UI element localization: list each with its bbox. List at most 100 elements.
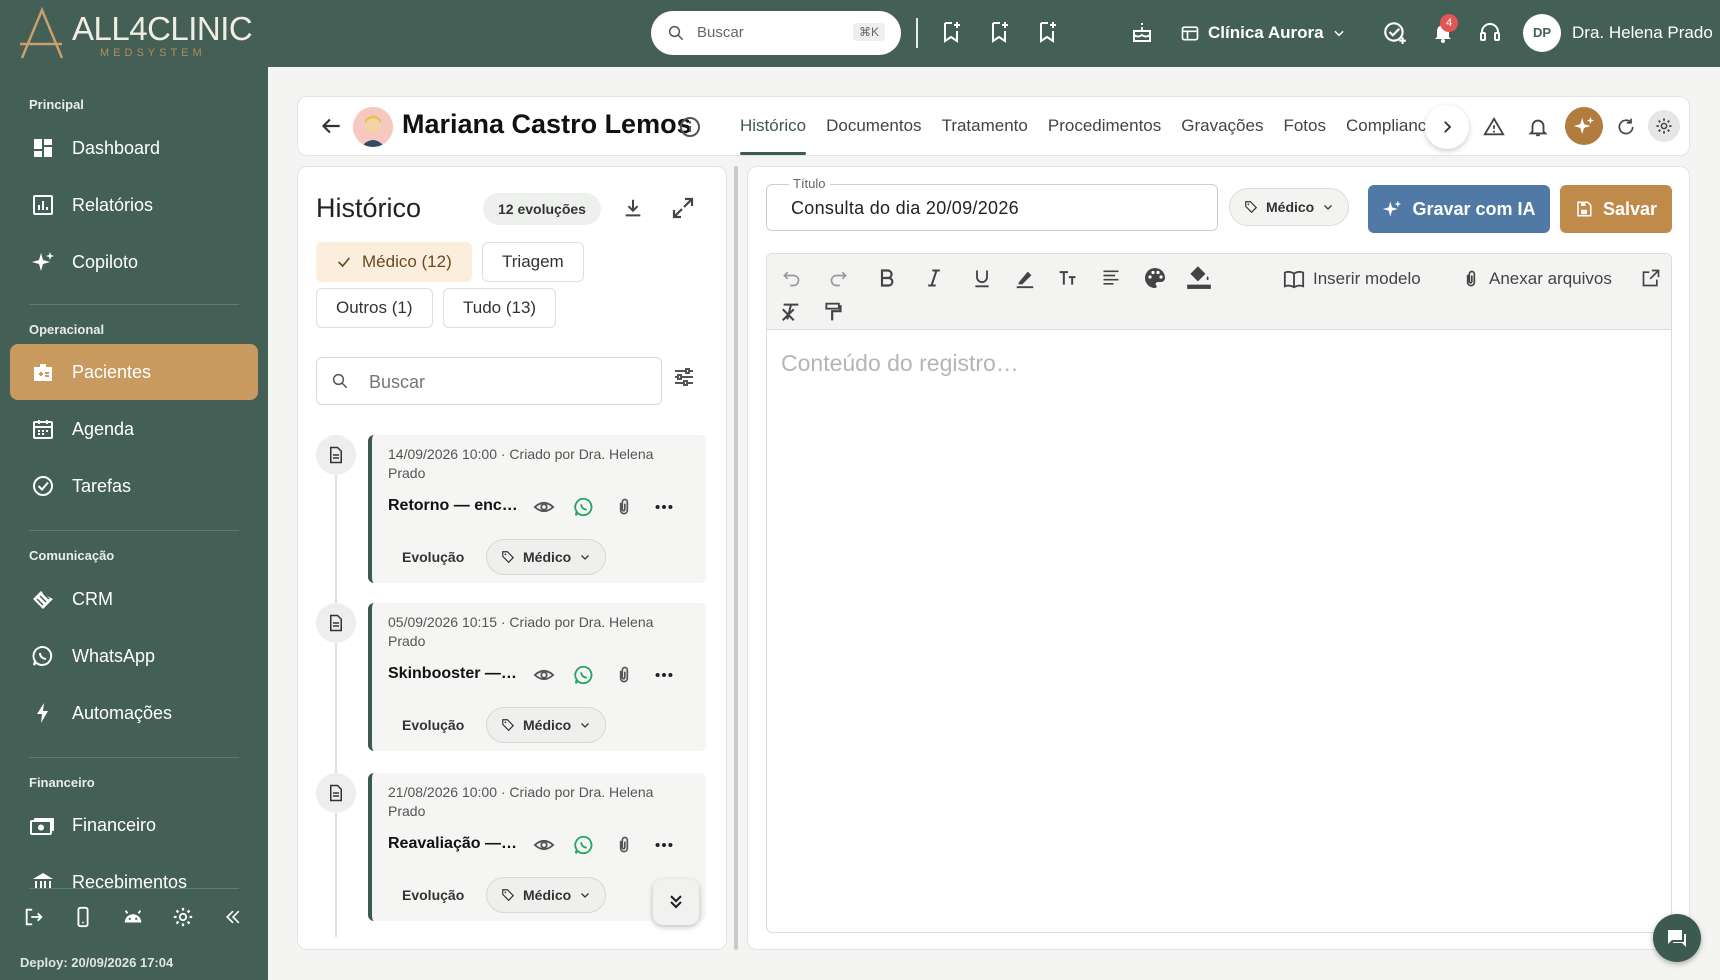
refresh-icon[interactable] [1611,112,1641,142]
patient-settings-button[interactable] [1648,110,1680,142]
eye-icon[interactable] [532,833,556,857]
paperclip-icon[interactable] [612,663,636,687]
task-add-icon[interactable] [1381,18,1409,46]
save-label: Salvar [1602,198,1658,219]
fill-color-bucket-icon[interactable] [1185,262,1213,290]
alert-bell-icon[interactable] [1523,112,1553,142]
open-external-icon[interactable] [1637,264,1665,292]
sidebar-item-relatorios[interactable]: Relatórios [10,177,258,233]
filter-chip-outros[interactable]: Outros (1) [316,288,433,328]
history-entry-card[interactable]: 05/09/2026 10:15 · Criado por Dra. Helen… [368,603,706,751]
sidebar-item-agenda[interactable]: Agenda [10,401,258,457]
bookmark-add-icon-3[interactable] [1033,18,1061,46]
sidebar-item-financeiro[interactable]: Financeiro [10,797,258,853]
undo-icon[interactable] [777,264,805,292]
tab-procedimentos[interactable]: Procedimentos [1038,97,1171,157]
entry-category-dropdown[interactable]: Médico [486,707,607,743]
collapse-sidebar-icon[interactable] [220,904,246,930]
bookmark-add-icon-2[interactable] [985,18,1013,46]
scroll-down-button[interactable] [653,879,699,925]
tab-tratamento[interactable]: Tratamento [932,97,1038,157]
user-name[interactable]: Dra. Helena Prado [1572,23,1713,43]
redo-icon[interactable] [825,264,853,292]
tab-historico[interactable]: Histórico [730,97,816,157]
tab-gravacoes[interactable]: Gravações [1171,97,1273,157]
record-content-placeholder[interactable]: Conteúdo do registro… [781,350,1019,377]
tab-documentos[interactable]: Documentos [816,97,931,157]
info-circle-icon[interactable] [678,115,702,139]
whatsapp-icon[interactable] [572,833,596,857]
more-options-icon[interactable] [652,663,676,687]
record-title-field[interactable]: Título Consulta do dia 20/09/2026 [766,176,1218,231]
panel-resize-handle[interactable] [734,166,738,950]
more-options-icon[interactable] [652,833,676,857]
sidebar-item-label: Tarefas [72,475,132,496]
expand-icon[interactable] [668,193,698,223]
paperclip-icon[interactable] [612,495,636,519]
entry-category-dropdown[interactable]: Médico [486,877,607,913]
underline-icon[interactable] [968,264,996,292]
chat-support-button[interactable] [1653,914,1701,962]
settings-gear-icon[interactable] [170,904,196,930]
insert-template-button[interactable]: Inserir modelo [1283,268,1421,290]
settings-gear-icon [1656,118,1672,134]
history-search-input[interactable]: Buscar [316,357,662,405]
brand-logo[interactable]: ALL4CLINIC MEDSYSTEM [18,6,253,61]
tabs-scroll-right-button[interactable] [1425,105,1469,149]
sidebar-item-dashboard[interactable]: Dashboard [10,120,258,176]
history-entry: 05/09/2026 10:15 · Criado por Dra. Helen… [316,603,706,751]
birthday-cake-icon[interactable] [1128,18,1156,46]
sidebar-item-tarefas[interactable]: Tarefas [10,458,258,514]
sidebar-item-pacientes[interactable]: Pacientes [10,344,258,400]
clear-format-icon[interactable] [777,298,805,326]
palette-icon[interactable] [1141,264,1169,292]
eye-icon[interactable] [532,495,556,519]
ai-assistant-button[interactable] [1565,107,1603,145]
global-search[interactable]: Buscar ⌘K [651,11,901,55]
eye-icon[interactable] [532,663,556,687]
bold-icon[interactable] [873,264,901,292]
mobile-phone-icon[interactable] [70,904,96,930]
android-icon[interactable] [120,904,146,930]
sidebar-item-whatsapp[interactable]: WhatsApp [10,628,258,684]
whatsapp-icon[interactable] [572,495,596,519]
filter-chip-triagem[interactable]: Triagem [482,242,584,282]
headset-icon[interactable] [1476,18,1504,46]
font-size-icon[interactable] [1054,264,1082,292]
save-button[interactable]: Salvar [1560,185,1672,233]
format-painter-icon[interactable] [819,298,847,326]
filter-sliders-icon[interactable] [672,365,696,389]
warning-triangle-icon[interactable] [1479,112,1509,142]
logout-icon[interactable] [21,904,47,930]
align-text-icon[interactable] [1097,264,1125,292]
patient-avatar[interactable] [353,107,393,147]
tag-icon [502,551,515,564]
sidebar-item-label: Automações [72,702,173,723]
sidebar-footer: Deploy: 20/09/2026 17:04 [0,888,268,980]
user-avatar[interactable]: DP [1523,14,1561,52]
attach-files-button[interactable]: Anexar arquivos [1461,268,1612,290]
sparkle-icon [1573,116,1595,135]
entry-category-dropdown[interactable]: Médico [486,539,607,575]
text-color-pen-icon[interactable] [1011,264,1039,292]
download-icon[interactable] [618,193,648,223]
paperclip-icon[interactable] [612,833,636,857]
italic-icon[interactable] [920,264,948,292]
tab-compliance[interactable]: Compliance [1336,97,1434,157]
record-with-ai-button[interactable]: Gravar com IA [1368,185,1550,233]
sidebar-item-copiloto[interactable]: Copiloto [10,234,258,290]
whatsapp-icon[interactable] [572,663,596,687]
clinic-selector[interactable]: Clínica Aurora [1180,16,1346,50]
sidebar-item-crm[interactable]: CRM [10,571,258,627]
search-shortcut: ⌘K [852,23,885,41]
history-entry-card[interactable]: 14/09/2026 10:00 · Criado por Dra. Helen… [368,435,706,583]
record-category-dropdown[interactable]: Médico [1229,188,1350,226]
back-arrow-icon[interactable] [318,113,344,139]
tab-fotos[interactable]: Fotos [1273,97,1336,157]
record-with-ai-label: Gravar com IA [1412,198,1536,219]
more-options-icon[interactable] [652,495,676,519]
filter-chip-tudo[interactable]: Tudo (13) [443,288,557,328]
bookmark-add-icon[interactable] [937,18,965,46]
filter-chip-medico[interactable]: Médico (12) [316,242,472,282]
sidebar-item-automacoes[interactable]: Automações [10,685,258,741]
